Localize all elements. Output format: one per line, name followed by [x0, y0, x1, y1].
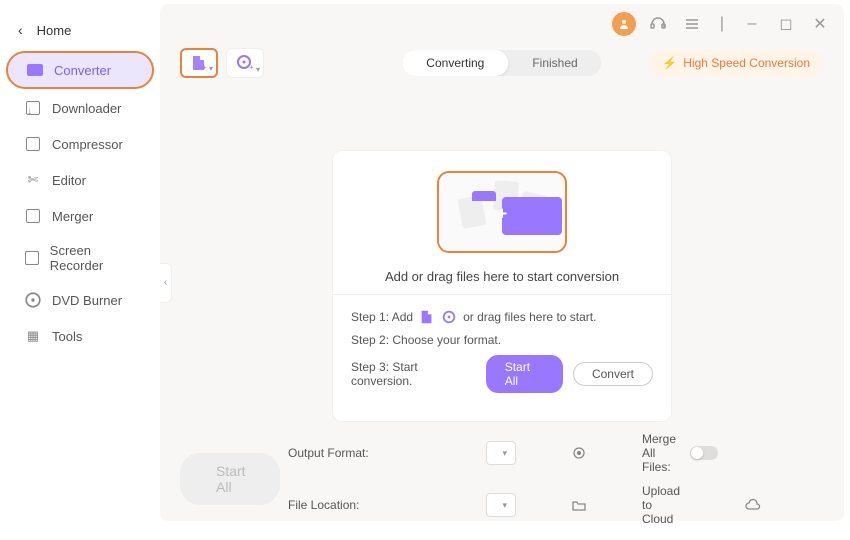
output-settings-icon[interactable]: [524, 445, 634, 461]
output-format-label: Output Format:: [288, 446, 478, 460]
downloader-icon: [24, 99, 42, 117]
bottom-bar: Output Format: MP4 ▾ Merge All Files: Sta…: [160, 422, 844, 540]
add-disc-button[interactable]: + ▾: [226, 48, 264, 78]
dvd-burner-icon: [24, 291, 42, 309]
add-file-icon: [419, 309, 435, 325]
chevron-down-icon: ▾: [502, 500, 507, 511]
sidebar-item-label: Compressor: [52, 137, 123, 152]
add-disc-icon: [441, 309, 457, 325]
step1-prefix: Step 1: Add: [351, 310, 413, 324]
output-format-value: MP4: [495, 446, 496, 460]
step1-suffix: or drag files here to start.: [463, 310, 596, 324]
chevron-down-icon: ▾: [209, 64, 213, 73]
screen-recorder-icon: [24, 249, 40, 267]
start-all-button[interactable]: Start All: [486, 355, 563, 393]
menu-icon[interactable]: [680, 12, 704, 36]
sidebar-item-converter[interactable]: Converter: [6, 51, 154, 89]
sidebar-item-label: Tools: [52, 329, 82, 344]
window-maximize[interactable]: ◻: [774, 12, 798, 36]
sidebar-item-screen-recorder[interactable]: Screen Recorder: [6, 235, 154, 281]
convert-button[interactable]: Convert: [573, 362, 653, 386]
home-nav[interactable]: ‹ Home: [0, 10, 160, 50]
merger-icon: [24, 207, 42, 225]
file-location-label: File Location:: [288, 498, 478, 512]
sidebar-item-compressor[interactable]: Compressor: [6, 127, 154, 161]
compressor-icon: [24, 135, 42, 153]
sidebar-item-downloader[interactable]: Downloader: [6, 91, 154, 125]
tab-finished[interactable]: Finished: [508, 50, 601, 76]
avatar[interactable]: [612, 12, 636, 36]
sidebar-item-label: Screen Recorder: [50, 243, 136, 273]
tab-converting[interactable]: Converting: [402, 50, 508, 76]
editor-icon: ✄: [24, 171, 42, 189]
sidebar-item-label: Merger: [52, 209, 93, 224]
bolt-icon: ⚡: [662, 56, 677, 70]
sidebar-item-editor[interactable]: ✄ Editor: [6, 163, 154, 197]
home-label: Home: [37, 23, 72, 38]
drop-instruction: Add or drag files here to start conversi…: [333, 269, 671, 284]
drop-area: + Add or drag files here to start conver…: [332, 150, 672, 422]
window-close[interactable]: ✕: [808, 12, 832, 36]
sidebar-item-tools[interactable]: ▦ Tools: [6, 319, 154, 353]
output-format-select[interactable]: MP4 ▾: [486, 441, 516, 465]
add-file-icon: +: [190, 54, 208, 72]
step3-label: Step 3: Start conversion.: [351, 360, 476, 388]
cloud-icon[interactable]: [690, 498, 816, 512]
sidebar-item-label: Downloader: [52, 101, 121, 116]
status-tabs: Converting Finished: [402, 50, 601, 76]
add-disc-icon: +: [236, 54, 254, 72]
back-icon: ‹: [18, 22, 23, 38]
toolbar: + ▾ + ▾ Converting Finished ⚡ High Speed…: [160, 44, 844, 90]
high-speed-button[interactable]: ⚡ High Speed Conversion: [648, 50, 824, 76]
steps-panel: Step 1: Add or drag files here to start.…: [333, 294, 671, 393]
chevron-down-icon: ▾: [502, 448, 507, 459]
sidebar-item-label: DVD Burner: [52, 293, 122, 308]
collapse-sidebar-handle[interactable]: ‹: [160, 263, 172, 303]
tools-icon: ▦: [24, 327, 42, 345]
main-panel: ‹ | – ◻ ✕ + ▾ + ▾ Conve: [160, 4, 844, 521]
sidebar-item-dvd-burner[interactable]: DVD Burner: [6, 283, 154, 317]
support-icon[interactable]: [646, 12, 670, 36]
step-2: Step 2: Choose your format.: [351, 333, 653, 347]
sidebar-item-label: Converter: [54, 63, 111, 78]
folder-plus-icon: +: [472, 189, 532, 235]
converter-icon: [26, 61, 44, 79]
chevron-down-icon: ▾: [256, 65, 260, 74]
window-minimize[interactable]: –: [740, 12, 764, 36]
file-location-select[interactable]: D:\Wondershare UniConverter 1 ▾: [486, 493, 516, 517]
svg-text:+: +: [202, 63, 207, 72]
start-all-main-button[interactable]: Start All: [180, 453, 280, 505]
svg-text:+: +: [249, 63, 254, 72]
step-3: Step 3: Start conversion. Start All Conv…: [351, 355, 653, 393]
sidebar-item-merger[interactable]: Merger: [6, 199, 154, 233]
divider: |: [714, 12, 730, 36]
add-file-button[interactable]: + ▾: [180, 48, 218, 78]
add-file-dropzone[interactable]: +: [437, 171, 567, 253]
high-speed-label: High Speed Conversion: [683, 56, 810, 70]
sidebar: ‹ Home Converter Downloader Compressor ✄…: [0, 0, 160, 527]
merge-all-toggle[interactable]: [690, 446, 718, 460]
step-1: Step 1: Add or drag files here to start.: [351, 309, 653, 325]
merge-all-label: Merge All Files:: [642, 432, 682, 474]
open-folder-icon[interactable]: [524, 497, 634, 513]
upload-cloud-label: Upload to Cloud: [642, 484, 682, 526]
sidebar-item-label: Editor: [52, 173, 86, 188]
window-topbar: | – ◻ ✕: [160, 4, 844, 44]
file-location-value: D:\Wondershare UniConverter 1: [495, 498, 496, 512]
